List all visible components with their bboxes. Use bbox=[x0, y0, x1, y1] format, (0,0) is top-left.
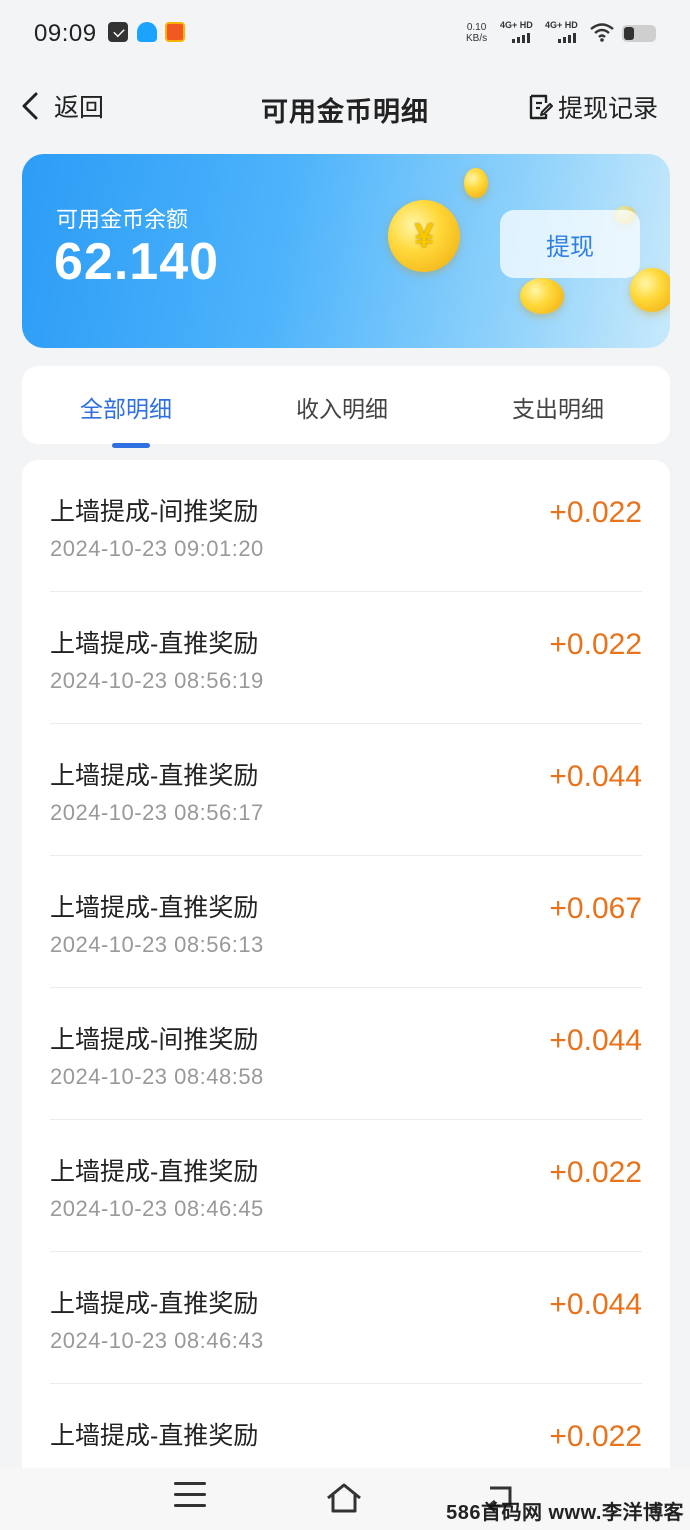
transaction-amount: +0.044 bbox=[549, 1024, 642, 1057]
list-item[interactable]: 上墙提成-间推奖励 2024-10-23 08:48:58 +0.044 bbox=[22, 988, 670, 1120]
signal-bars-2-icon bbox=[558, 33, 576, 43]
home-icon[interactable] bbox=[324, 1482, 364, 1514]
watermark: 586首码网 www.李洋博客 bbox=[446, 1502, 684, 1524]
transaction-time: 2024-10-23 08:48:58 bbox=[50, 1064, 264, 1089]
transaction-title: 上墙提成-直推奖励 bbox=[50, 894, 259, 922]
signal-label-1: 4G+ HD bbox=[500, 20, 533, 30]
transaction-amount: +0.044 bbox=[549, 760, 642, 793]
balance-card: 可用金币余额 62.140 ¥ 提现 bbox=[22, 154, 670, 348]
navigation-bar: 返回 可用金币明细 提现记录 bbox=[0, 70, 690, 142]
mail-icon bbox=[108, 22, 128, 42]
transaction-time: 2024-10-23 08:46:45 bbox=[50, 1196, 264, 1221]
transaction-title: 上墙提成-直推奖励 bbox=[50, 630, 259, 658]
coin-icon bbox=[520, 278, 564, 314]
transaction-amount: +0.022 bbox=[549, 1156, 642, 1189]
document-edit-icon bbox=[529, 94, 553, 120]
transaction-amount: +0.022 bbox=[549, 1420, 642, 1453]
coin-icon bbox=[630, 268, 670, 312]
transaction-title: 上墙提成-直推奖励 bbox=[50, 1422, 259, 1450]
list-item[interactable]: 上墙提成-直推奖励 2024-10-23 08:46:43 +0.044 bbox=[22, 1252, 670, 1384]
withdraw-button[interactable]: 提现 bbox=[500, 210, 640, 278]
battery-icon bbox=[622, 25, 656, 42]
transaction-time: 2024-10-23 08:56:17 bbox=[50, 800, 264, 825]
signal-label-2: 4G+ HD bbox=[545, 20, 578, 30]
detail-tabs: 全部明细 收入明细 支出明细 bbox=[22, 366, 670, 448]
transaction-amount: +0.022 bbox=[549, 496, 642, 529]
transaction-list: 上墙提成-间推奖励 2024-10-23 09:01:20 +0.022 上墙提… bbox=[22, 460, 670, 1480]
status-bar: 09:09 0.10 KB/s 4G+ HD 4G+ HD bbox=[0, 0, 690, 68]
bell-icon bbox=[137, 22, 157, 42]
menu-icon[interactable] bbox=[174, 1482, 206, 1508]
list-item[interactable]: 上墙提成-直推奖励 +0.022 bbox=[22, 1384, 670, 1480]
transaction-amount: +0.022 bbox=[549, 628, 642, 661]
signal-bars-1-icon bbox=[512, 33, 530, 43]
list-item[interactable]: 上墙提成-间推奖励 2024-10-23 09:01:20 +0.022 bbox=[22, 460, 670, 592]
withdraw-records-button[interactable]: 提现记录 bbox=[528, 89, 658, 125]
tab-active-indicator bbox=[112, 443, 150, 448]
list-item[interactable]: 上墙提成-直推奖励 2024-10-23 08:56:17 +0.044 bbox=[22, 724, 670, 856]
net-speed: 0.10 KB/s bbox=[466, 22, 488, 44]
wifi-icon bbox=[590, 23, 614, 42]
transaction-title: 上墙提成-直推奖励 bbox=[50, 1290, 259, 1318]
balance-value: 62.140 bbox=[54, 233, 220, 291]
list-item[interactable]: 上墙提成-直推奖励 2024-10-23 08:46:45 +0.022 bbox=[22, 1120, 670, 1252]
list-item[interactable]: 上墙提成-直推奖励 2024-10-23 08:56:13 +0.067 bbox=[22, 856, 670, 988]
yuan-coin-icon: ¥ bbox=[388, 200, 460, 272]
coin-icon bbox=[464, 168, 488, 198]
status-time: 09:09 bbox=[34, 20, 97, 47]
balance-label: 可用金币余额 bbox=[56, 207, 189, 232]
transaction-amount: +0.067 bbox=[549, 892, 642, 925]
transaction-title: 上墙提成-直推奖励 bbox=[50, 762, 259, 790]
app-badge-icon bbox=[165, 22, 185, 42]
transaction-title: 上墙提成-间推奖励 bbox=[50, 498, 259, 526]
withdraw-records-label: 提现记录 bbox=[557, 95, 658, 123]
list-item[interactable]: 上墙提成-直推奖励 2024-10-23 08:56:19 +0.022 bbox=[22, 592, 670, 724]
transaction-time: 2024-10-23 08:46:43 bbox=[50, 1328, 264, 1353]
transaction-amount: +0.044 bbox=[549, 1288, 642, 1321]
transaction-title: 上墙提成-间推奖励 bbox=[50, 1026, 259, 1054]
transaction-time: 2024-10-23 08:56:13 bbox=[50, 932, 264, 957]
tab-expense-details[interactable]: 支出明细 bbox=[512, 390, 604, 424]
transaction-time: 2024-10-23 08:56:19 bbox=[50, 668, 264, 693]
tab-all-details[interactable]: 全部明细 bbox=[80, 390, 172, 424]
tab-income-details[interactable]: 收入明细 bbox=[296, 390, 388, 424]
transaction-title: 上墙提成-直推奖励 bbox=[50, 1158, 259, 1186]
transaction-time: 2024-10-23 09:01:20 bbox=[50, 536, 264, 561]
